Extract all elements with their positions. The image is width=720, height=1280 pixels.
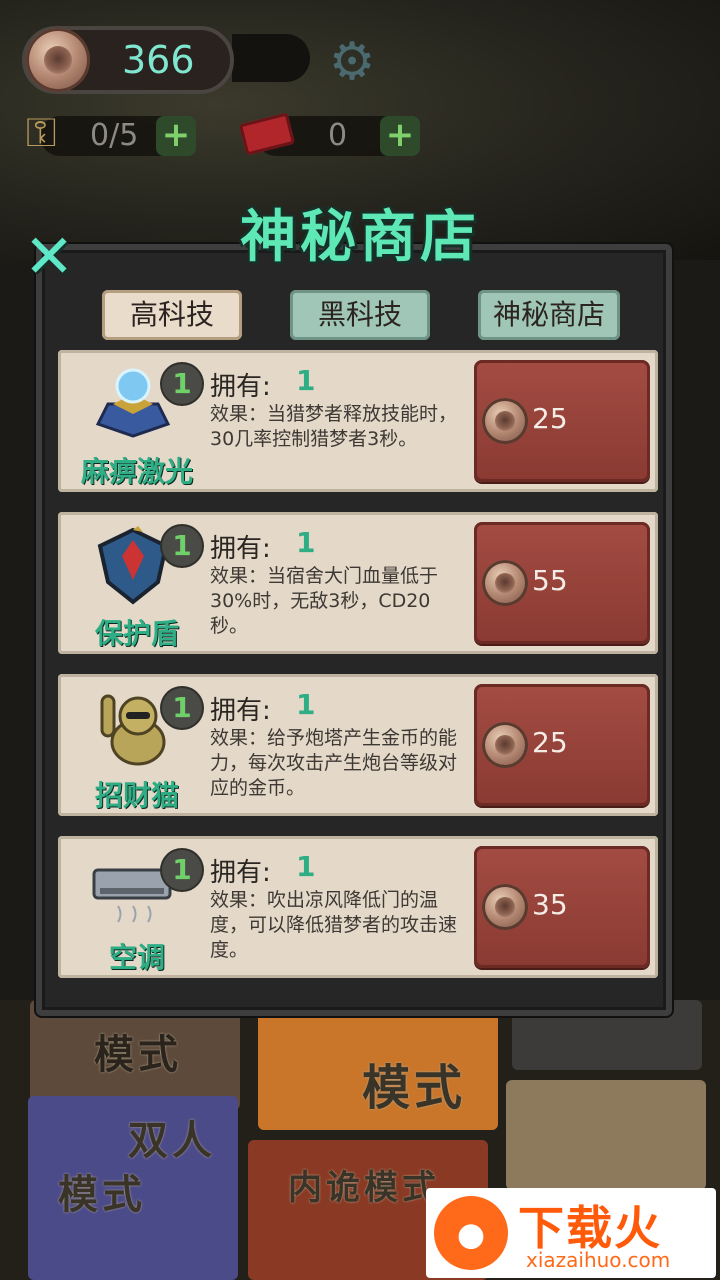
shop-item: 招财猫 1 拥有: 1 效果：给予炮塔产生金币的能力，每次攻击产生炮台等级对应的… xyxy=(58,674,658,816)
price: 35 xyxy=(532,888,568,921)
tickets-count: 0 xyxy=(328,118,348,153)
hud-extra-bar xyxy=(232,34,310,82)
mode-label-3: 双人 xyxy=(128,1118,216,1164)
coin-icon xyxy=(482,398,528,444)
price: 25 xyxy=(532,402,568,435)
owned-label: 拥有: xyxy=(210,696,271,726)
shop-item: 空调 1 拥有: 1 效果：吹出凉风降低门的温度，可以降低猎梦者的攻击速度。 3… xyxy=(58,836,658,978)
keys-count: 0/5 xyxy=(90,118,139,153)
shop-item: 麻痹激光 1 拥有: 1 效果：当猎梦者释放技能时，30几率控制猎梦者3秒。 2… xyxy=(58,350,658,492)
coin-icon xyxy=(482,560,528,606)
owned-value: 1 xyxy=(296,526,316,559)
buy-button[interactable]: 25 xyxy=(474,684,650,806)
item-name: 麻痹激光 xyxy=(80,455,193,488)
dialog-title: 神秘商店 xyxy=(240,205,480,270)
item-name: 保护盾 xyxy=(94,617,179,650)
item-description: 效果：给予炮塔产生金币的能力，每次攻击产生炮台等级对应的金币。 xyxy=(210,727,458,799)
add-keys-button[interactable]: + xyxy=(156,116,196,156)
item-description: 效果：当宿舍大门血量低于30%时，无敌3秒，CD20秒。 xyxy=(210,565,439,637)
owned-value: 1 xyxy=(296,688,316,721)
coin-icon xyxy=(482,722,528,768)
buy-button[interactable]: 25 xyxy=(474,360,650,482)
buy-button[interactable]: 35 xyxy=(474,846,650,968)
owned-label: 拥有: xyxy=(210,534,271,564)
watermark: 下载火 xiazaihuo.com xyxy=(426,1188,716,1278)
owned-value: 1 xyxy=(296,850,316,883)
coin-icon xyxy=(482,884,528,930)
watermark-url: xiazaihuo.com xyxy=(526,1248,671,1272)
item-description: 效果：吹出凉风降低门的温度，可以降低猎梦者的攻击速度。 xyxy=(210,889,458,961)
mode-label-5: 内诡模式 xyxy=(288,1168,440,1208)
shop-item: 保护盾 1 拥有: 1 效果：当宿舍大门血量低于30%时，无敌3秒，CD20秒。… xyxy=(58,512,658,654)
owned-label: 拥有: xyxy=(210,372,271,402)
tab-high-tech[interactable]: 高科技 xyxy=(102,290,242,340)
item-count-badge: 1 xyxy=(162,526,202,566)
price: 25 xyxy=(532,726,568,759)
price: 55 xyxy=(532,564,568,597)
coin-icon xyxy=(26,28,90,92)
item-count-badge: 1 xyxy=(162,850,202,890)
mode-label-1: 模式 xyxy=(94,1032,182,1078)
mode-card-1[interactable]: 模式 xyxy=(30,1000,240,1110)
watermark-logo-icon xyxy=(434,1196,508,1270)
item-count-badge: 1 xyxy=(162,364,202,404)
mode-card-3[interactable]: 双人 模式 xyxy=(28,1096,238,1280)
key-icon: ⚿ xyxy=(26,110,57,156)
coin-count: 366 xyxy=(122,38,195,82)
item-name: 空调 xyxy=(108,941,165,974)
mode-card-5[interactable] xyxy=(506,1080,706,1190)
owned-value: 1 xyxy=(296,364,316,397)
item-name: 招财猫 xyxy=(94,779,179,812)
close-icon[interactable]: ✕ xyxy=(22,227,76,287)
mode-card-2[interactable]: 模式 xyxy=(258,1000,498,1130)
settings-gear-icon[interactable]: ⚙ xyxy=(326,36,378,88)
tickets-counter: 0 + xyxy=(238,112,420,156)
tab-mystery-shop[interactable]: 神秘商店 xyxy=(478,290,620,340)
mode-label-4: 模式 xyxy=(58,1172,146,1218)
item-description: 效果：当猎梦者释放技能时，30几率控制猎梦者3秒。 xyxy=(210,403,458,450)
keys-counter: ⚿ 0/5 + xyxy=(26,110,196,156)
mode-label-2: 模式 xyxy=(362,1060,467,1116)
tab-black-tech[interactable]: 黑科技 xyxy=(290,290,430,340)
add-tickets-button[interactable]: + xyxy=(380,116,420,156)
owned-label: 拥有: xyxy=(210,858,271,888)
buy-button[interactable]: 55 xyxy=(474,522,650,644)
item-count-badge: 1 xyxy=(162,688,202,728)
coin-counter: 366 xyxy=(22,26,234,94)
